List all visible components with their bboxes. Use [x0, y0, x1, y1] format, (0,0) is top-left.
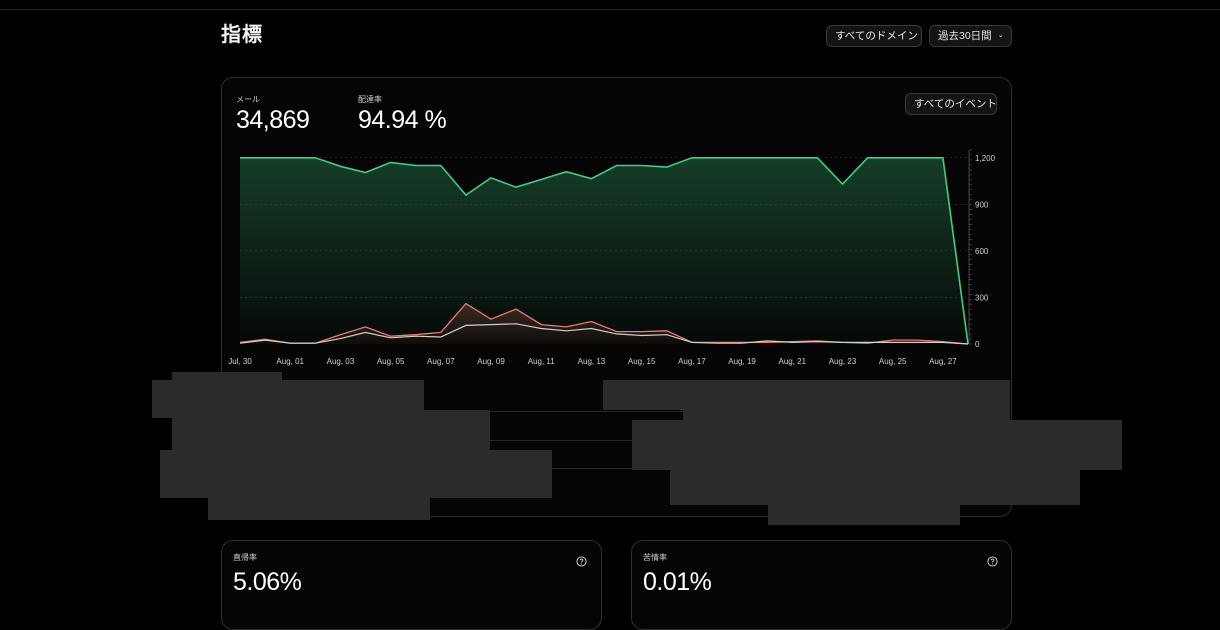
x-tick-label: Aug, 09	[477, 357, 505, 366]
y-tick-label: 1,200	[975, 154, 996, 163]
x-tick-label: Aug, 01	[276, 357, 304, 366]
complaint-rate-label: 苦情率	[643, 553, 667, 562]
help-circle-icon[interactable]	[987, 556, 998, 567]
x-tick-label: Aug, 03	[327, 357, 355, 366]
x-tick-label: Aug, 11	[528, 357, 556, 366]
x-tick-label: Aug, 05	[377, 357, 405, 366]
x-tick-label: Aug, 27	[929, 357, 957, 366]
bounce-rate-value: 5.06%	[233, 568, 302, 596]
x-tick-label: Aug, 23	[829, 357, 857, 366]
series-area-delivered	[240, 157, 968, 344]
y-tick-label: 900	[975, 200, 989, 209]
x-tick-label: Aug, 15	[628, 357, 656, 366]
x-tick-label: Jul, 30	[228, 357, 252, 366]
y-tick-label: 600	[975, 247, 989, 256]
x-tick-label: Aug, 21	[778, 357, 806, 366]
x-tick-label: Aug, 17	[678, 357, 706, 366]
help-circle-icon[interactable]	[576, 556, 587, 567]
y-tick-label: 0	[975, 340, 980, 349]
x-tick-label: Aug, 19	[728, 357, 756, 366]
x-tick-label: Aug, 13	[578, 357, 606, 366]
x-tick-label: Aug, 07	[427, 357, 455, 366]
bounce-rate-label: 直帰率	[233, 553, 257, 562]
complaint-rate-value: 0.01%	[643, 568, 712, 596]
x-tick-label: Aug, 25	[879, 357, 907, 366]
y-tick-label: 300	[975, 293, 989, 302]
email-events-chart: 0 300 600 900 1,200 Jul, 30 Aug, 01 Aug, 03 Aug,…	[228, 149, 996, 366]
